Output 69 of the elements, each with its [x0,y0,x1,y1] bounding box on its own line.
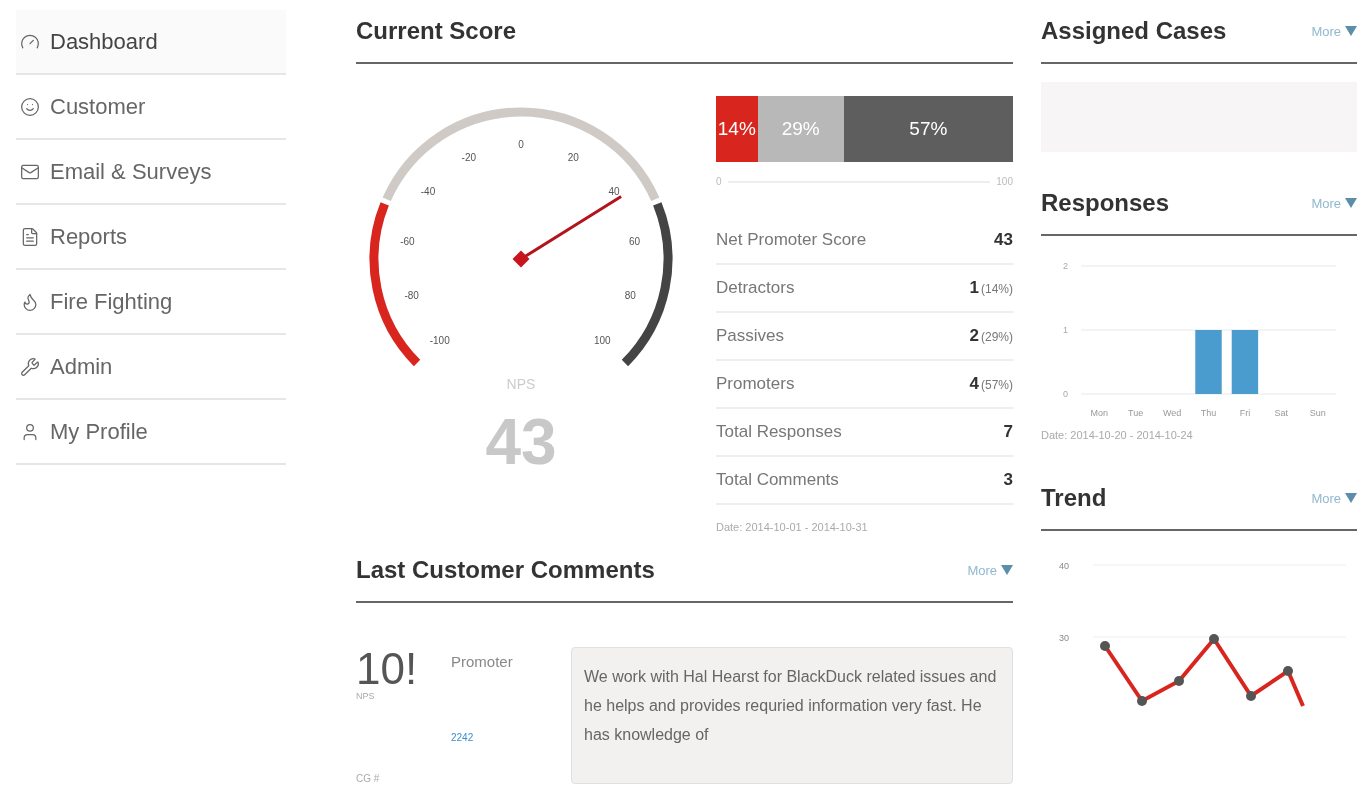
sidebar-item[interactable]: Fire Fighting [16,270,286,335]
section-title: Trend [1041,484,1107,512]
stat-value: 43 [994,230,1013,250]
segment-label: 14% [717,118,756,140]
axis-tick-label: 30 [1059,633,1069,643]
gauge-tick-label: 100 [593,335,611,347]
stat-label: Net Promoter Score [716,230,867,250]
axis-tick-label: 0 [1063,389,1068,399]
stat-label: Total Comments [716,470,839,490]
gauge-tick-label: -100 [429,335,450,347]
axis-category-label: Thu [1200,408,1217,418]
stat-value: 4(57%) [969,374,1013,394]
caret-icon [1001,565,1013,575]
scale-min-label: 0 [716,176,722,187]
date-range: Date: 2014-10-20 - 2014-10-24 [1041,429,1194,441]
axis-category-label: Mon [1090,408,1108,418]
caret-icon [1345,26,1357,36]
scale-max-label: 100 [996,176,1013,187]
caret-icon [1345,493,1357,503]
section-title: Current Score [356,17,517,45]
section-title: Last Customer Comments [356,556,655,584]
caret-icon [1345,198,1357,208]
document-icon [20,226,40,247]
case-number-link[interactable]: 2242 [451,732,571,743]
sidebar-item[interactable]: Reports [16,205,286,270]
gauge-tick-label: 40 [608,186,620,198]
gauge-tick-label: 0 [518,139,524,150]
chart-bar [1195,330,1222,394]
gauge-tick-label: 80 [624,289,636,301]
smiley-face-icon [20,96,40,117]
wrench-icon [20,356,40,377]
sidebar-item[interactable]: Customer [16,75,286,140]
date-range: Date: 2014-10-01 - 2014-10-31 [716,521,869,533]
stat-label: Total Responses [716,422,842,442]
axis-tick-label: 40 [1059,561,1069,571]
stat-value: 2(29%) [969,326,1013,346]
axis-category-label: Sat [1274,408,1289,418]
score-caption: NPS [356,691,376,701]
section-title: Assigned Cases [1041,17,1227,45]
case-label: CG # [356,773,381,784]
axis-category-label: Wed [1162,408,1182,418]
sidebar-item[interactable]: Dashboard [16,10,286,75]
gauge-tick-label: -40 [420,186,436,198]
stat-label: Promoters [716,374,795,394]
gauge-tick-label: -20 [461,151,476,163]
sidebar-item[interactable]: Admin [16,335,286,400]
gauge-tick-label: 60 [629,236,641,247]
comment-text: We work with Hal Hearst for BlackDuck related issues and he helps and provides requried information very fast. He has knowledge of [571,647,1013,784]
segment-label: 57% [909,118,948,140]
axis-tick-label: 1 [1063,325,1068,335]
comment-score: 10! [356,647,419,691]
segment-label: 29% [781,118,820,140]
sidebar-item[interactable]: My Profile [16,400,286,465]
axis-tick-label: 2 [1063,261,1068,271]
gauge-tick-label: 20 [567,151,579,163]
stat-label: Detractors [716,278,795,298]
chart-bar [1231,330,1259,394]
gauge-tick-label: -80 [404,289,419,301]
section-title: Responses [1041,189,1170,217]
stat-value: 7 [1003,422,1013,442]
axis-category-label: Fri [1239,408,1251,418]
gauge-tick-label: -60 [400,236,415,247]
axis-category-label: Sun [1309,408,1326,418]
axis-category-label: Tue [1128,408,1144,418]
stat-value: 3 [1003,470,1013,490]
sidebar-item[interactable]: Email & Surveys [16,140,286,205]
stat-value: 1(14%) [969,278,1013,298]
stat-label: Passives [716,326,785,346]
comment-category: Promoter [451,653,514,670]
